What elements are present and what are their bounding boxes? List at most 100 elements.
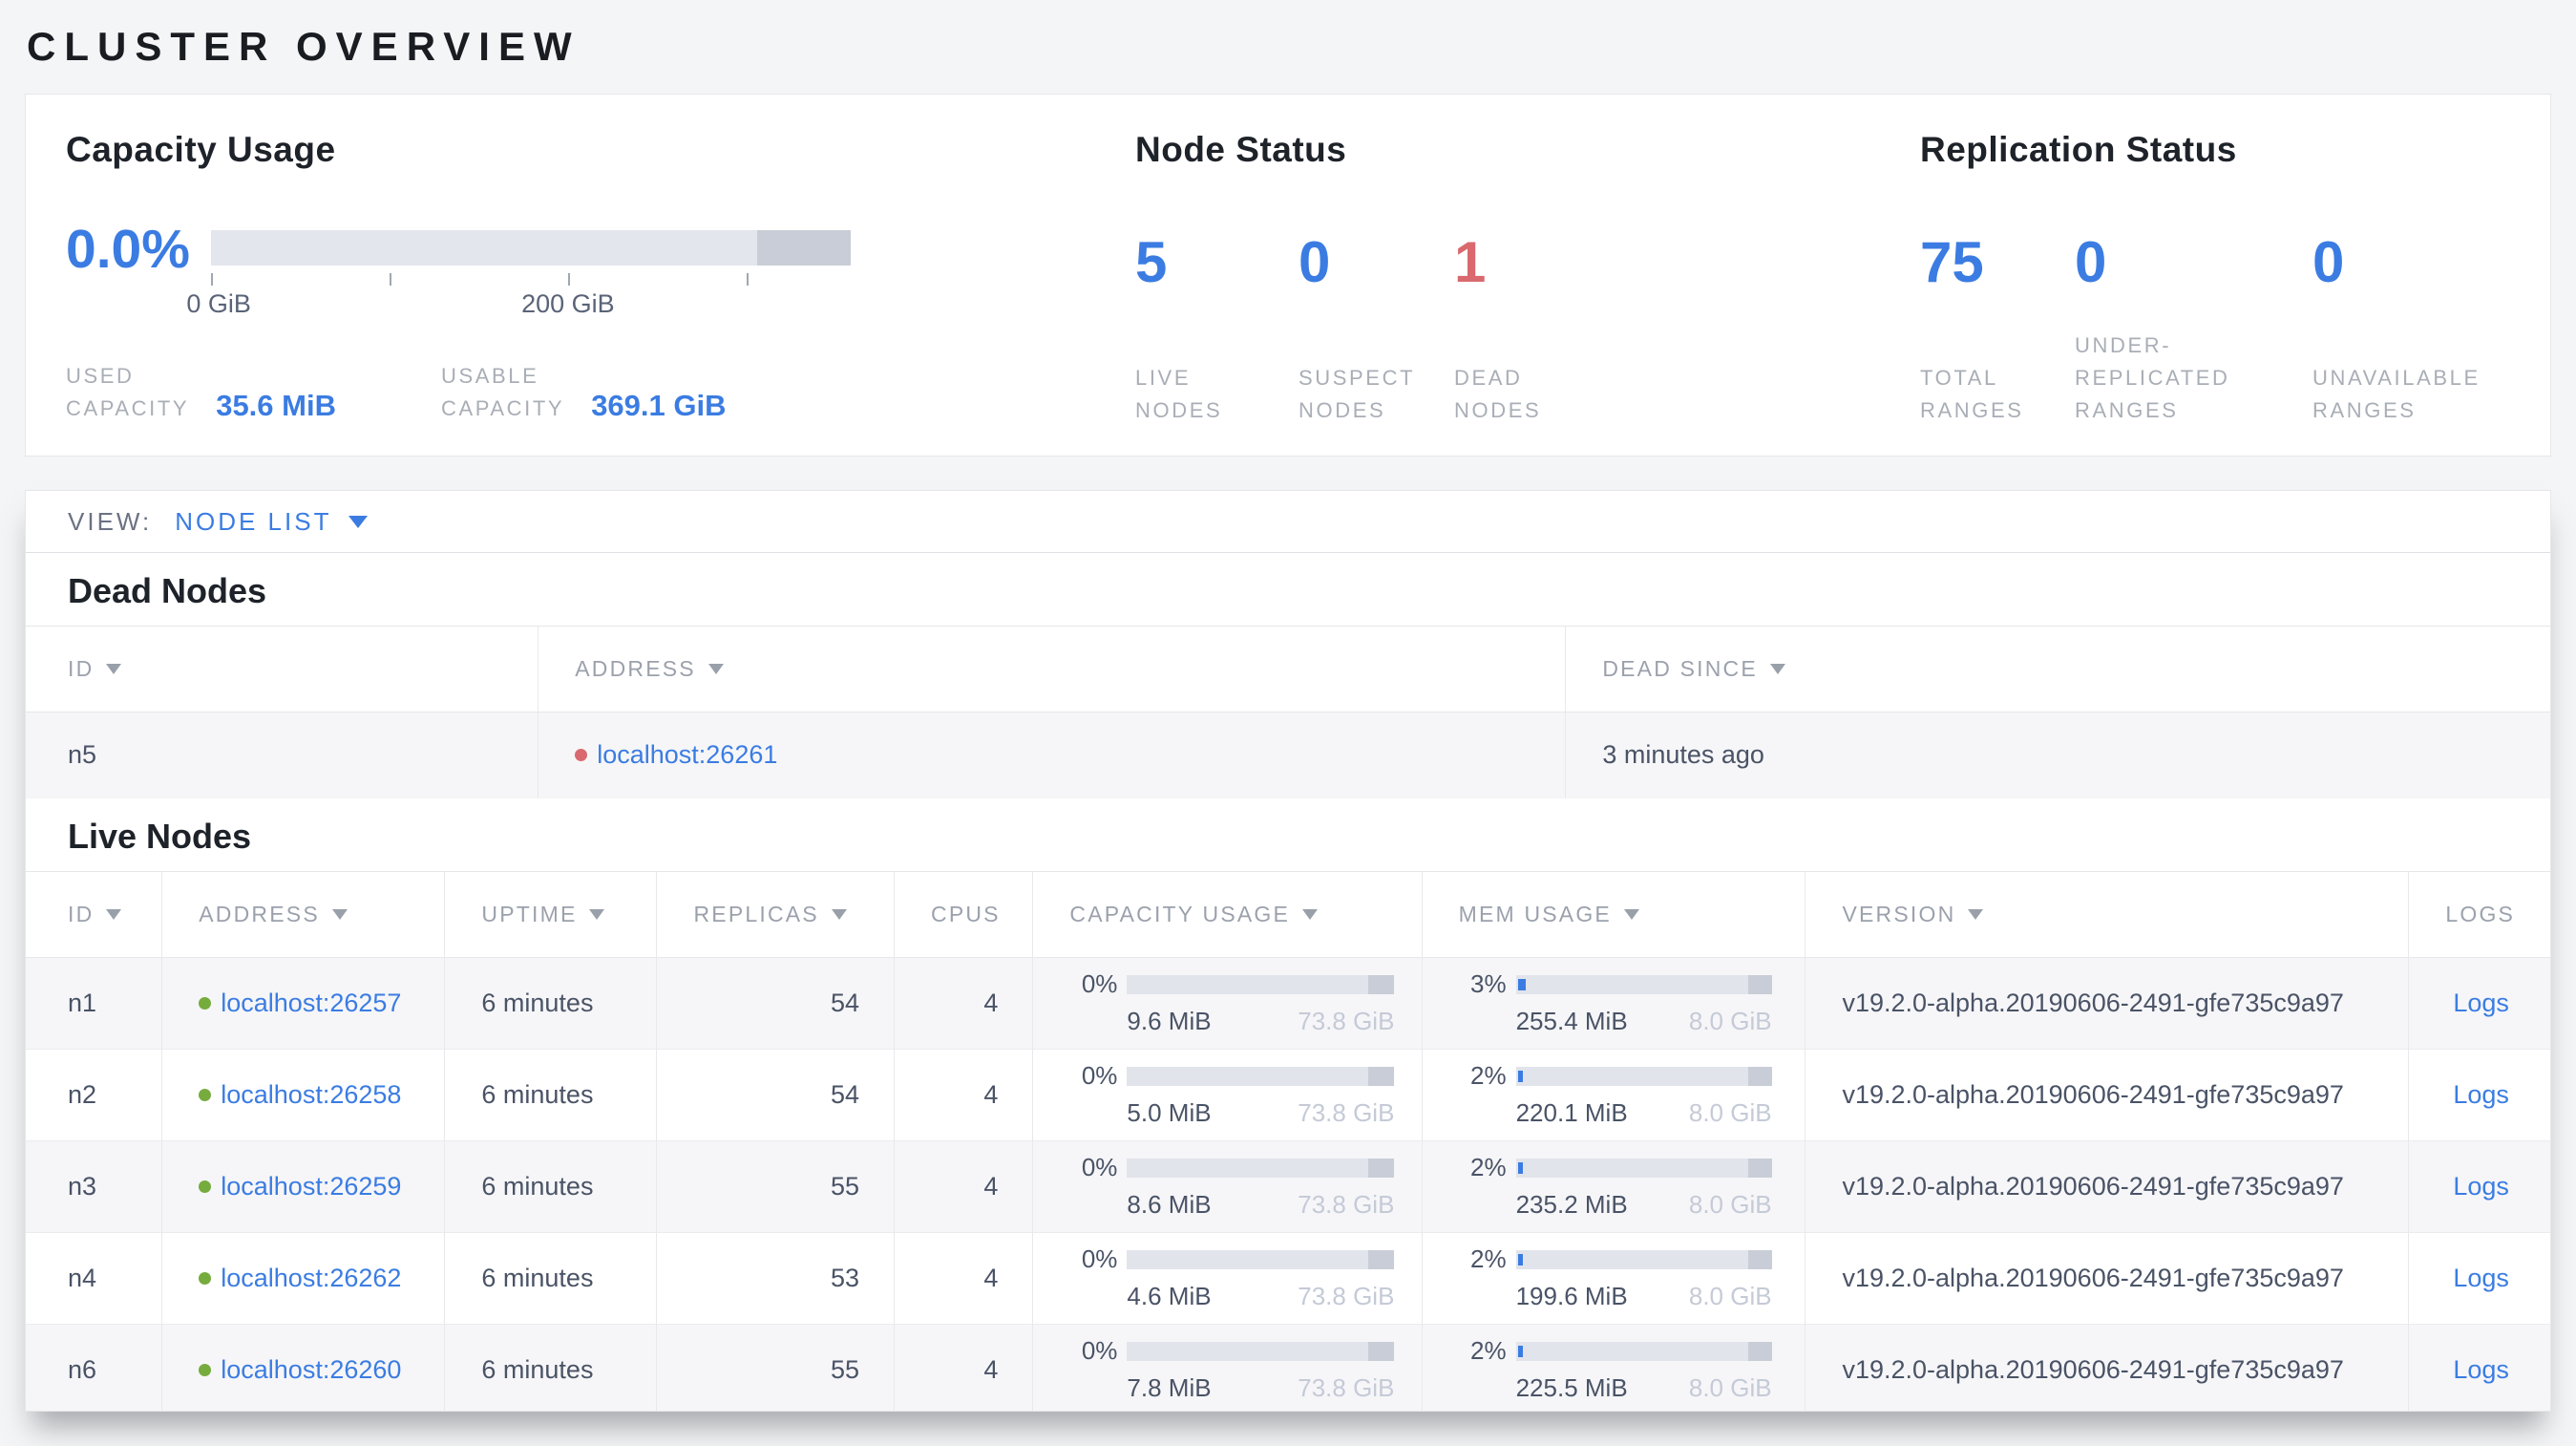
column-header-address[interactable]: ADDRESS — [538, 626, 1566, 712]
column-header-address[interactable]: ADDRESS — [161, 870, 445, 958]
column-header-logs: LOGS — [2408, 870, 2550, 958]
column-label: VERSION — [1842, 901, 1956, 926]
cell-address: localhost:26257 — [161, 957, 445, 1049]
mem-usage-bar-fill — [1517, 1253, 1523, 1265]
cell-version: v19.2.0-alpha.20190606-2491-gfe735c9a97 — [1805, 957, 2409, 1049]
cell-version: v19.2.0-alpha.20190606-2491-gfe735c9a97 — [1805, 1139, 2409, 1232]
dead-nodes-heading: Dead Nodes — [68, 571, 267, 610]
replication-status-stat: 0 UNDER- REPLICATED RANGES — [2075, 234, 2312, 427]
cell-uptime: 6 minutes — [444, 1323, 657, 1411]
cell-mem-usage: 2% 199.6 MiB 8.0 GiB — [1421, 1231, 1805, 1324]
node-status-stat: 1 DEAD NODES — [1454, 234, 1541, 427]
used-capacity-stat: USED CAPACITY 35.6 MiB — [66, 360, 336, 425]
capacity-usage-used-value: 9.6 MiB — [1127, 1007, 1212, 1035]
mem-usage-bar-remainder — [1747, 1249, 1772, 1269]
mem-usage-used-value: 255.4 MiB — [1515, 1007, 1628, 1035]
replication-status-stats: 75 TOTAL RANGES 0 UNDER- REPLICATED RANGES 0… — [1920, 234, 2550, 427]
logs-link[interactable]: Logs — [2453, 1080, 2509, 1109]
cell-version: v19.2.0-alpha.20190606-2491-gfe735c9a97 — [1805, 1323, 2409, 1411]
node-status-section: Node Status 5 LIVE NODES 0 SUSPECT NODES 1 DE… — [1135, 131, 1920, 456]
column-header-cpus: CPUS — [894, 870, 1033, 958]
usable-capacity-value: 369.1 GiB — [591, 389, 727, 422]
view-selector-bar: VIEW: NODE LIST — [26, 491, 2550, 553]
node-address-link[interactable]: localhost:26261 — [597, 740, 777, 770]
capacity-usage-total-value: 73.8 GiB — [1298, 1098, 1395, 1127]
sort-desc-icon — [106, 908, 122, 920]
column-header-dead-since[interactable]: DEAD SINCE — [1565, 626, 2550, 712]
capacity-usage-percent: 0% — [1081, 1061, 1118, 1090]
table-row: n1 localhost:26257 6 minutes 54 4 0% 9.6 MiB 73… — [26, 957, 2550, 1049]
mem-usage-bar — [1515, 1066, 1772, 1086]
node-address-link[interactable]: localhost:26257 — [221, 989, 401, 1018]
mem-usage-used-value: 225.5 MiB — [1515, 1373, 1628, 1403]
capacity-usage-percent: 0% — [1081, 1153, 1118, 1181]
column-label: REPLICAS — [693, 901, 819, 926]
column-header-id[interactable]: ID — [26, 870, 162, 958]
node-status-heading: Node Status — [1135, 130, 1347, 169]
mem-usage-bar-fill — [1517, 1161, 1523, 1174]
cell-version: v19.2.0-alpha.20190606-2491-gfe735c9a97 — [1805, 1231, 2409, 1324]
table-row: n2 localhost:26258 6 minutes 54 4 0% 5.0 MiB 73… — [26, 1048, 2550, 1140]
logs-link[interactable]: Logs — [2453, 1264, 2509, 1292]
usable-capacity-label: USABLE CAPACITY — [440, 364, 565, 420]
capacity-gauge-remainder-segment — [756, 230, 851, 266]
logs-link[interactable]: Logs — [2453, 1172, 2509, 1201]
sort-desc-icon — [106, 664, 122, 674]
replication-status-heading: Replication Status — [1920, 130, 2237, 169]
sort-desc-icon — [1623, 908, 1639, 920]
node-address-link[interactable]: localhost:26259 — [221, 1172, 401, 1201]
column-label: ADDRESS — [575, 656, 696, 681]
cell-replicas: 55 — [656, 1139, 895, 1232]
capacity-used-percent: 0.0% — [66, 219, 190, 280]
sort-desc-icon — [707, 664, 724, 674]
dead-nodes-table: ID ADDRESS DEAD SINCE n5 localhost:26261 3 m… — [26, 626, 2550, 798]
cell-uptime: 6 minutes — [444, 1139, 657, 1232]
cell-address: localhost:26260 — [161, 1323, 445, 1411]
node-status-stat: 0 SUSPECT NODES — [1299, 234, 1454, 427]
node-address-link[interactable]: localhost:26258 — [221, 1080, 401, 1110]
cell-cpus: 4 — [894, 1323, 1033, 1411]
column-label: ID — [68, 656, 95, 681]
capacity-gauge: 0 GiB 200 GiB — [186, 230, 851, 318]
cell-mem-usage: 3% 255.4 MiB 8.0 GiB — [1421, 957, 1805, 1049]
cell-replicas: 54 — [656, 957, 895, 1049]
replication-status-stat: 75 TOTAL RANGES — [1920, 234, 2075, 427]
column-header-capacity-usage[interactable]: CAPACITY USAGE — [1032, 870, 1423, 958]
column-label: LOGS — [2445, 901, 2516, 926]
cell-node-id: n5 — [68, 740, 97, 770]
capacity-usage-total-value: 73.8 GiB — [1298, 1190, 1395, 1219]
column-label: ID — [68, 901, 95, 926]
view-selector[interactable]: NODE LIST — [175, 507, 331, 537]
capacity-usage-used-value: 4.6 MiB — [1127, 1282, 1212, 1310]
cell-logs: Logs — [2408, 1048, 2550, 1140]
capacity-usage-used-value: 5.0 MiB — [1127, 1098, 1212, 1127]
column-header-mem-usage[interactable]: MEM USAGE — [1421, 870, 1805, 958]
capacity-usage-section: Capacity Usage 0.0% 0 GiB 200 GiB USED C… — [66, 131, 1135, 456]
logs-link[interactable]: Logs — [2453, 1355, 2509, 1384]
column-header-id[interactable]: ID — [26, 626, 538, 712]
capacity-usage-bar — [1127, 1158, 1395, 1178]
node-address-link[interactable]: localhost:26262 — [221, 1264, 401, 1293]
column-header-uptime[interactable]: UPTIME — [444, 870, 657, 958]
replication-status-value: 0 — [2075, 230, 2107, 294]
mem-usage-percent: 2% — [1470, 1061, 1507, 1090]
mem-usage-bar-fill — [1517, 1070, 1523, 1082]
capacity-usage-bar-remainder — [1368, 1341, 1395, 1361]
dead-status-dot — [575, 749, 588, 762]
capacity-gauge-track — [211, 230, 851, 266]
column-header-version[interactable]: VERSION — [1805, 870, 2409, 958]
chevron-down-icon[interactable] — [348, 515, 369, 528]
node-address-link[interactable]: localhost:26260 — [221, 1355, 401, 1385]
used-capacity-label: USED CAPACITY — [66, 364, 190, 420]
gauge-tick — [567, 273, 570, 286]
cell-uptime: 6 minutes — [444, 1048, 657, 1140]
mem-usage-bar-remainder — [1747, 1066, 1772, 1086]
mem-usage-bar-fill — [1517, 978, 1526, 990]
mem-usage-total-value: 8.0 GiB — [1688, 1007, 1772, 1035]
logs-link[interactable]: Logs — [2453, 989, 2509, 1017]
cell-cpus: 4 — [894, 1231, 1033, 1324]
cell-logs: Logs — [2408, 1323, 2550, 1411]
node-status-value: 0 — [1299, 230, 1331, 294]
node-status-label: LIVE NODES — [1135, 366, 1223, 422]
column-header-replicas[interactable]: REPLICAS — [656, 870, 895, 958]
